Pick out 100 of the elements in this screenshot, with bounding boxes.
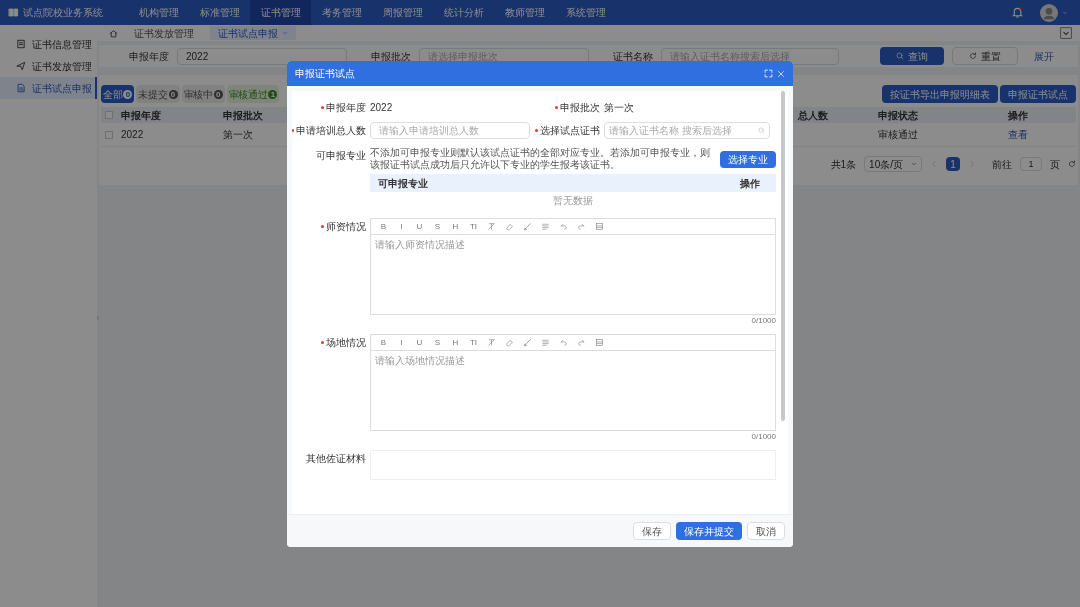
format-button[interactable]: S (433, 222, 442, 231)
sidebar-item[interactable]: 证书信息管理 (0, 33, 97, 55)
fullscreen-icon[interactable] (764, 69, 773, 78)
status-tab[interactable]: 审核中 0 (181, 85, 225, 103)
dialog-button[interactable]: 保存 (633, 522, 671, 540)
column-header: 操作 (740, 176, 760, 191)
sidebar-item[interactable]: 证书发放管理 (0, 55, 97, 77)
format-button[interactable]: U (415, 338, 424, 347)
search-icon (758, 127, 765, 134)
trainees-field[interactable]: 请输入申请培训总人数 (370, 122, 530, 139)
view-link[interactable]: 查看 (1008, 127, 1028, 142)
action-button[interactable]: 按证书导出申报明细表 (882, 85, 998, 103)
nav-tab[interactable]: 周报管理 (372, 0, 433, 25)
scrollbar-thumb[interactable] (781, 91, 785, 421)
field-value: 2022 (370, 101, 394, 115)
document-icon (16, 83, 26, 93)
format-button[interactable]: H (451, 338, 460, 347)
caret-icon (282, 30, 288, 36)
column-header: 总人数 (798, 108, 828, 123)
column-header: 操作 (1008, 108, 1028, 123)
nav-tab[interactable]: 标准管理 (189, 0, 250, 25)
empty-text: 暂无数据 (552, 194, 594, 208)
column-header: 申报状态 (878, 108, 918, 123)
undo-icon[interactable] (559, 222, 568, 231)
table-icon[interactable] (595, 222, 604, 231)
nav-tab[interactable]: 证书管理 (250, 0, 311, 25)
page-button[interactable]: 1 (946, 157, 960, 171)
certificate-field[interactable]: 请输入证书名称 搜索后选择 (604, 122, 770, 139)
status-tab[interactable]: 未提交 0 (136, 85, 180, 103)
format-button[interactable]: H (451, 222, 460, 231)
format-button[interactable]: B (379, 338, 388, 347)
checkbox[interactable] (105, 111, 113, 119)
dialog-button[interactable]: 取消 (747, 522, 785, 540)
format-button[interactable]: S (433, 338, 442, 347)
undo-icon[interactable] (559, 338, 568, 347)
column-header: 申报批次 (223, 108, 263, 123)
field-label: 选择试点证书 (540, 124, 600, 138)
status-tab[interactable]: 审核通过 1 (226, 85, 280, 103)
filter-label: 申报批次 (371, 49, 411, 64)
redo-icon[interactable] (577, 338, 586, 347)
format-button[interactable]: B (379, 222, 388, 231)
refresh-icon[interactable] (1068, 160, 1076, 168)
format-button[interactable]: I (397, 338, 406, 347)
eraser-icon[interactable] (505, 222, 514, 231)
filter-field[interactable]: 2022 (177, 47, 347, 65)
submit-button[interactable]: 保存并提交 (676, 522, 742, 540)
nav-tab[interactable]: 统计分析 (433, 0, 494, 25)
field-label: 申报年度 (326, 101, 366, 115)
align-icon[interactable] (541, 222, 550, 231)
nav-tab[interactable]: 系统管理 (555, 0, 616, 25)
caret-icon[interactable] (1062, 9, 1068, 16)
field-label: 申报批次 (560, 101, 600, 115)
format-button[interactable]: I (397, 222, 406, 231)
avatar-icon[interactable] (1040, 3, 1058, 22)
count-badge: 0 (123, 89, 133, 99)
page-size-select[interactable]: 10条/页 (864, 156, 922, 172)
format-button[interactable]: TI (469, 338, 478, 347)
align-icon[interactable] (541, 338, 550, 347)
close-icon[interactable] (777, 69, 785, 78)
page-tab[interactable]: 证书试点申报 (210, 26, 296, 40)
status-tab[interactable]: 全部 0 (101, 85, 135, 103)
home-icon[interactable] (109, 28, 118, 38)
reset-button[interactable]: 重置 (952, 47, 1018, 65)
required-mark (321, 106, 324, 109)
collapse-icon[interactable] (95, 313, 101, 323)
required-mark (321, 225, 324, 228)
select-major-button[interactable]: 选择专业 (720, 150, 776, 168)
nav-tab[interactable]: 机构管理 (128, 0, 189, 25)
redo-icon[interactable] (577, 222, 586, 231)
field-label: 师资情况 (326, 220, 366, 234)
format-button[interactable]: U (415, 222, 424, 231)
paper-plane-icon (16, 61, 26, 71)
sidebar-item[interactable]: 证书试点申报 (0, 77, 97, 99)
bell-icon[interactable] (1011, 6, 1024, 19)
page-input[interactable]: 1 (1020, 157, 1042, 171)
eraser-icon[interactable] (505, 338, 514, 347)
app-title: 试点院校业务系统 (23, 6, 103, 20)
nav-tab[interactable]: 考务管理 (311, 0, 372, 25)
nav-tab[interactable]: 教师管理 (494, 0, 555, 25)
table-icon[interactable] (595, 338, 604, 347)
caret-icon (911, 161, 917, 167)
clear-format-icon[interactable] (487, 338, 496, 347)
table-cell-text: 审核通过 (878, 128, 918, 142)
clear-format-icon[interactable] (487, 222, 496, 231)
required-mark (555, 106, 558, 109)
dropdown-icon[interactable] (1060, 27, 1072, 39)
action-button[interactable]: 申报证书试点 (1000, 85, 1076, 103)
text-area[interactable]: 请输入场地情况描述 (370, 351, 776, 431)
pen-icon[interactable] (523, 222, 532, 231)
filter-label: 申报年度 (129, 49, 169, 64)
expand-link[interactable]: 展开 (1026, 48, 1062, 64)
text-area[interactable]: 请输入师资情况描述 (370, 235, 776, 315)
column-header: 可申报专业 (378, 176, 428, 191)
field-label: 申请培训总人数 (296, 124, 366, 138)
pen-icon[interactable] (523, 338, 532, 347)
search-button[interactable]: 查询 (880, 47, 944, 65)
page-tab[interactable]: 证书发放管理 (126, 26, 202, 40)
checkbox[interactable] (105, 130, 113, 139)
column-header: 申报年度 (121, 108, 161, 123)
format-button[interactable]: TI (469, 222, 478, 231)
